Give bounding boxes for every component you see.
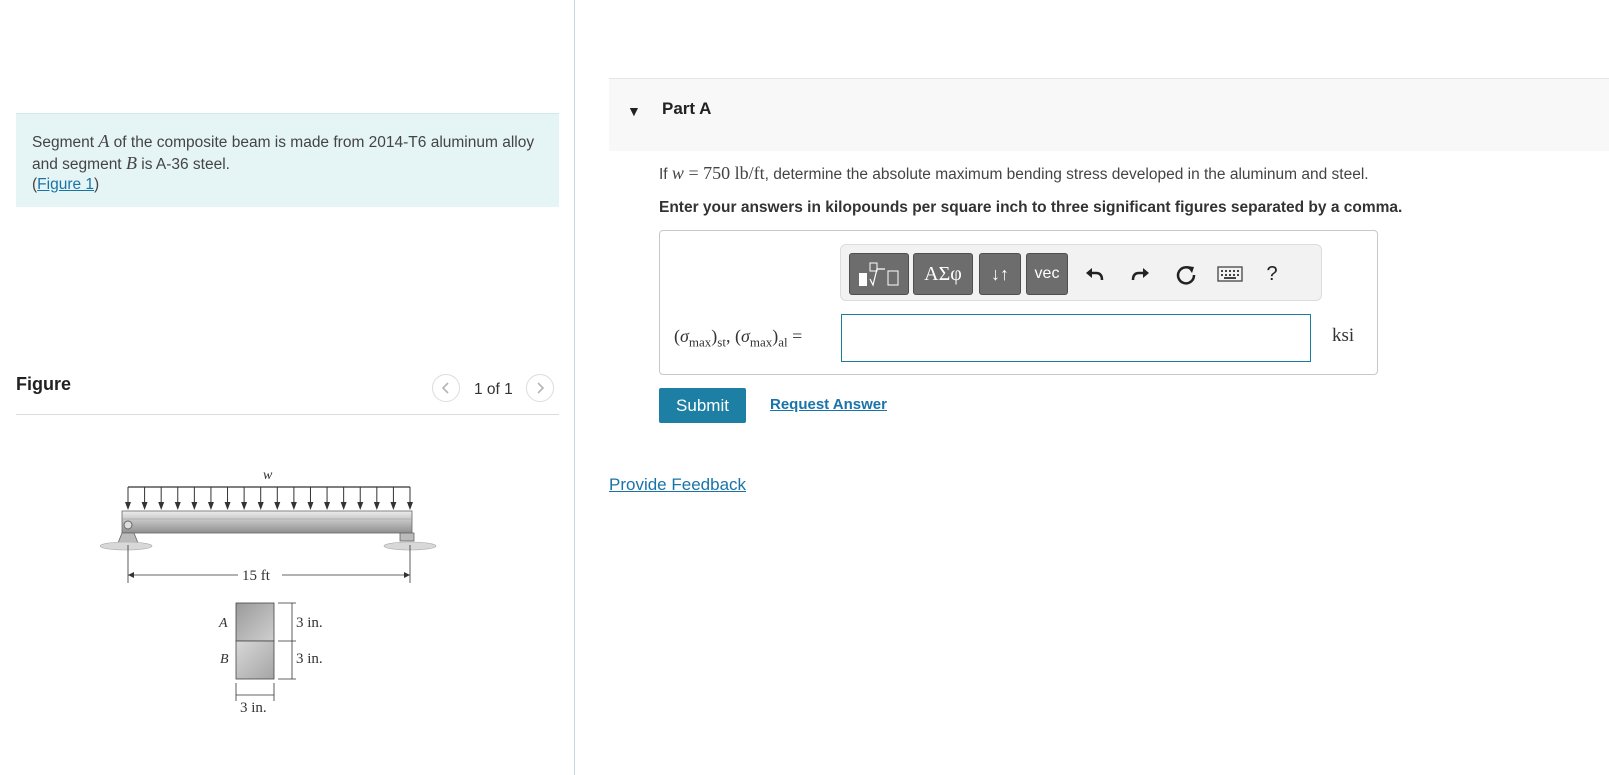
reset-button[interactable] — [1169, 257, 1203, 291]
instructions: Enter your answers in kilopounds per squ… — [659, 199, 1403, 216]
math-toolbar: ΑΣφ ↓↑ vec ? — [840, 244, 1322, 301]
prev-figure-button[interactable] — [432, 374, 460, 402]
figure-pager: 1 of 1 — [474, 381, 513, 398]
panel-divider — [574, 0, 575, 775]
next-figure-button[interactable] — [526, 374, 554, 402]
width-label: 3 in. — [240, 700, 267, 716]
load-unit: lb/ft — [734, 163, 765, 183]
beam-figure: w 15 ft A B 3 in. 3 in. 3 in. — [100, 468, 437, 716]
request-answer-link[interactable]: Request Answer — [770, 396, 887, 413]
load-label: w — [263, 468, 273, 483]
segment-a-section — [235, 602, 275, 642]
problem-text: is A-36 steel. — [136, 156, 230, 173]
help-button[interactable]: ? — [1255, 257, 1289, 291]
seg-a-label: A — [218, 616, 228, 631]
beam — [121, 510, 413, 534]
submit-button[interactable]: Submit — [659, 388, 746, 423]
segment-b-var: B — [125, 153, 137, 173]
reset-icon — [1176, 266, 1196, 285]
problem-text: Segment — [32, 134, 99, 151]
figure-title: Figure — [16, 374, 72, 394]
span-label: 15 ft — [242, 568, 271, 584]
height-b-label: 3 in. — [296, 651, 323, 667]
question-text: If w = 750 lb/ft, determine the absolute… — [659, 163, 1369, 183]
redo-icon — [1131, 268, 1149, 281]
vec-button[interactable]: vec — [1026, 253, 1068, 295]
templates-button[interactable] — [849, 253, 909, 295]
part-a-header[interactable]: ▼ Part A — [609, 78, 1609, 151]
figure-header: Figure 1 of 1 — [16, 370, 559, 415]
caret-down-icon[interactable]: ▼ — [627, 103, 641, 119]
keyboard-button[interactable] — [1213, 257, 1247, 291]
figure-link[interactable]: Figure 1 — [37, 176, 94, 193]
segment-a-var: A — [98, 131, 110, 151]
provide-feedback-link[interactable]: Provide Feedback — [609, 475, 746, 495]
problem-statement: Segment A of the composite beam is made … — [16, 113, 559, 207]
load-var: w — [671, 163, 684, 183]
height-a-label: 3 in. — [296, 615, 323, 631]
distributed-load — [125, 487, 413, 510]
segment-b-section — [235, 640, 275, 680]
undo-icon — [1086, 268, 1104, 281]
answer-unit: ksi — [1332, 325, 1355, 346]
seg-b-label: B — [220, 652, 229, 667]
answer-label: (σmax)st, (σmax)al = — [674, 326, 803, 350]
greek-button[interactable]: ΑΣφ — [913, 253, 973, 295]
chevron-right-icon — [537, 382, 545, 394]
answer-input[interactable] — [841, 314, 1311, 362]
undo-button[interactable] — [1077, 257, 1111, 291]
part-title: Part A — [662, 99, 712, 118]
keyboard-icon — [1217, 266, 1243, 282]
templates-icon — [859, 262, 899, 287]
chevron-left-icon — [441, 382, 449, 394]
arrows-button[interactable]: ↓↑ — [979, 253, 1021, 295]
redo-button[interactable] — [1124, 257, 1158, 291]
